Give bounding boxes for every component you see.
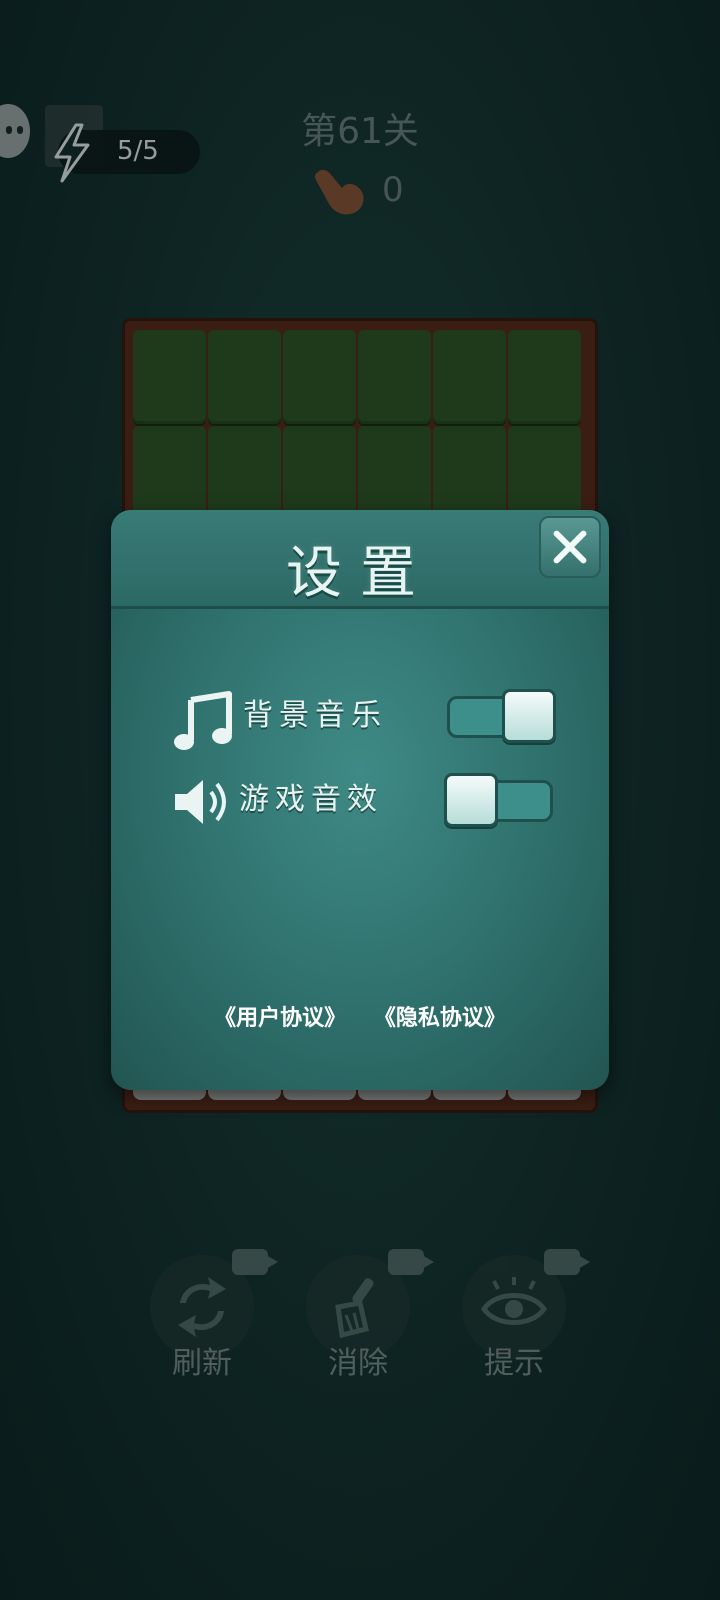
level-title: 第61关 <box>301 111 419 152</box>
bg-music-toggle[interactable] <box>447 689 556 743</box>
tile[interactable] <box>358 426 431 520</box>
bg-music-label: 背景音乐 <box>243 698 387 733</box>
sfx-toggle[interactable] <box>444 773 553 827</box>
tile[interactable] <box>283 426 356 520</box>
tile[interactable] <box>208 330 281 424</box>
sfx-label: 游戏音效 <box>239 782 383 817</box>
tile[interactable] <box>433 330 506 424</box>
close-button[interactable] <box>539 516 601 578</box>
toggle-knob <box>444 773 498 827</box>
privacy-policy-link[interactable]: 《隐私协议》 <box>374 1006 506 1031</box>
dialog-title: 设置 <box>286 541 434 606</box>
video-ad-icon <box>544 1249 590 1275</box>
tile-grid <box>133 330 589 520</box>
tile[interactable] <box>133 330 206 424</box>
toggle-knob <box>502 689 556 743</box>
tile[interactable] <box>208 426 281 520</box>
refresh-icon <box>178 1277 226 1337</box>
refresh-label: 刷新 <box>172 1346 232 1381</box>
video-ad-icon <box>388 1249 434 1275</box>
pointing-hand-icon <box>314 169 364 215</box>
tile[interactable] <box>508 426 581 520</box>
agreement-links: 《用户协议》 《隐私协议》 <box>111 1000 609 1032</box>
user-agreement-link[interactable]: 《用户协议》 <box>214 1006 346 1031</box>
video-ad-icon <box>232 1249 278 1275</box>
speaker-icon <box>175 780 226 824</box>
tile[interactable] <box>433 426 506 520</box>
tile[interactable] <box>508 330 581 424</box>
tile[interactable] <box>358 330 431 424</box>
moves-count: 0 <box>382 170 404 210</box>
hint-label: 提示 <box>484 1346 544 1381</box>
settings-dialog: 设置 背景音乐 游戏音效 《用户协议》 《隐私协议》 <box>111 510 609 1090</box>
music-note-icon <box>174 691 232 750</box>
tile[interactable] <box>283 330 356 424</box>
tile[interactable] <box>133 426 206 520</box>
broom-icon <box>335 1278 374 1339</box>
clear-label: 消除 <box>328 1346 388 1381</box>
eye-icon <box>480 1277 548 1325</box>
